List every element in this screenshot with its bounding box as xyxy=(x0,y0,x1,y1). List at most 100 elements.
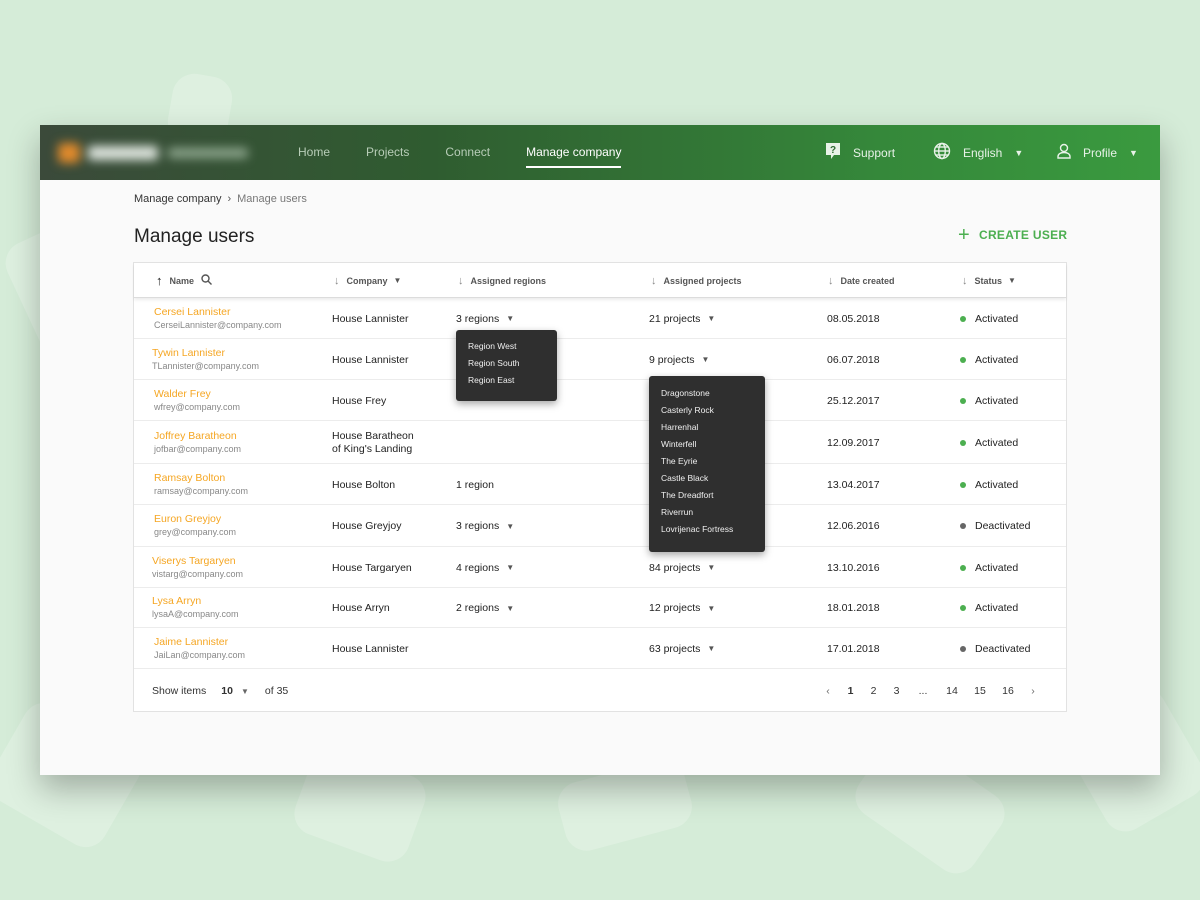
table-row[interactable]: Walder Frey wfrey@company.com House Frey 2… xyxy=(134,380,1066,421)
users-table: ↑ Name ↓ Company ▼ ↓ Assigned regions ↓ … xyxy=(133,262,1067,712)
status-label: Deactivated xyxy=(975,520,1031,532)
projects-count: 21 projects xyxy=(649,312,701,325)
projects-dropdown[interactable]: 21 projects ▼ xyxy=(649,313,715,325)
column-date-header[interactable]: ↓ Date created xyxy=(828,263,895,298)
column-status-header[interactable]: ↓ Status ▼ xyxy=(962,263,1016,298)
status-label: Activated xyxy=(975,561,1019,574)
caret-down-icon: ▼ xyxy=(506,603,515,613)
breadcrumb-parent[interactable]: Manage company xyxy=(134,193,221,205)
column-projects-label: Assigned projects xyxy=(663,275,742,286)
page-list: 1 2 3... 14 15 16 xyxy=(839,685,1022,697)
sort-arrow-icon: ↓ xyxy=(651,274,657,287)
project-menu-item[interactable]: Winterfell xyxy=(649,436,765,453)
column-status-label: Status xyxy=(974,275,1003,286)
project-menu-item[interactable]: Harrenhal xyxy=(649,419,765,436)
user-name-link[interactable]: Cersei Lannister xyxy=(154,306,282,318)
nav-projects[interactable]: Projects xyxy=(366,125,409,180)
project-menu-item[interactable]: Lovrijenac Fortress xyxy=(649,521,765,538)
nav-home[interactable]: Home xyxy=(298,125,330,180)
table-row[interactable]: Viserys Targaryen vistarg@company.com Hou… xyxy=(134,547,1066,588)
chevron-left-icon[interactable]: ‹ xyxy=(817,685,839,697)
regions-dropdown[interactable]: 1 region xyxy=(456,479,494,491)
user-email: ramsay@company.com xyxy=(154,485,248,496)
table-row[interactable]: Joffrey Baratheon jofbar@company.com Hou… xyxy=(134,421,1066,464)
projects-count: 84 projects xyxy=(649,561,701,574)
projects-dropdown[interactable]: 84 projects ▼ xyxy=(649,562,715,574)
user-email: JaiLan@company.com xyxy=(154,649,246,660)
support-link[interactable]: ? Support xyxy=(825,125,895,180)
project-menu-item[interactable]: Castle Black xyxy=(649,470,765,487)
page-number[interactable]: 14 xyxy=(938,685,966,697)
regions-dropdown[interactable]: 4 regions ▼ xyxy=(456,562,514,574)
date-created: 12.06.2016 xyxy=(827,520,880,532)
status-dot-icon xyxy=(960,356,966,363)
page-number[interactable]: 1 xyxy=(839,685,862,697)
status-badge: Activated xyxy=(960,479,1018,491)
search-icon[interactable] xyxy=(201,274,213,287)
language-selector[interactable]: English ▼ xyxy=(933,125,1023,180)
main-nav: Home Projects Connect Manage company xyxy=(298,125,657,180)
user-name-link[interactable]: Lysa Arryn xyxy=(152,595,239,607)
region-menu-item[interactable]: Region South xyxy=(456,355,557,372)
page-number[interactable]: 15 xyxy=(966,685,994,697)
project-menu-item[interactable]: Casterly Rock xyxy=(649,402,765,419)
table-row[interactable]: Jaime Lannister JaiLan@company.com House … xyxy=(134,628,1066,669)
user-name-link[interactable]: Euron Greyjoy xyxy=(154,513,236,525)
nav-manage-company[interactable]: Manage company xyxy=(526,125,622,180)
profile-menu[interactable]: Profile ▼ xyxy=(1057,125,1138,180)
company-name: House Lannister xyxy=(332,353,409,366)
nav-connect[interactable]: Connect xyxy=(445,125,490,180)
projects-dropdown[interactable]: 12 projects ▼ xyxy=(649,602,715,614)
create-user-button[interactable]: + CREATE USER xyxy=(958,224,1067,246)
column-company-header[interactable]: ↓ Company ▼ xyxy=(334,263,401,298)
table-row[interactable]: Euron Greyjoy grey@company.com House Grey… xyxy=(134,505,1066,547)
projects-count: 9 projects xyxy=(649,353,695,366)
plus-icon: + xyxy=(958,224,970,246)
column-name-header[interactable]: ↑ Name xyxy=(156,263,213,298)
status-label: Activated xyxy=(975,602,1019,614)
column-company-label: Company xyxy=(346,275,388,286)
table-row[interactable]: Cersei Lannister CerseiLannister@company… xyxy=(134,298,1066,339)
region-menu-item[interactable]: Region West xyxy=(456,338,557,355)
project-menu-item[interactable]: The Eyrie xyxy=(649,453,765,470)
caret-down-icon: ▼ xyxy=(506,314,515,323)
page-number[interactable]: 2 xyxy=(862,685,885,697)
user-name-link[interactable]: Jaime Lannister xyxy=(154,636,245,648)
table-row[interactable]: Ramsay Bolton ramsay@company.com House Bo… xyxy=(134,464,1066,505)
status-dot-icon xyxy=(960,564,966,571)
regions-dropdown[interactable]: 2 regions ▼ xyxy=(456,602,514,614)
page-number[interactable]: 3 xyxy=(885,685,908,697)
caret-down-icon: ▼ xyxy=(707,563,716,572)
projects-dropdown[interactable]: 9 projects ▼ xyxy=(649,354,709,366)
caret-down-icon[interactable]: ▼ xyxy=(241,687,249,696)
user-name-link[interactable]: Walder Frey xyxy=(154,388,240,400)
column-projects-header[interactable]: ↓ Assigned projects xyxy=(651,263,742,298)
table-row[interactable]: Lysa Arryn lysaA@company.com House Arryn … xyxy=(134,588,1066,628)
profile-icon xyxy=(1057,143,1083,162)
user-cell: Tywin Lannister TLannister@company.com xyxy=(152,347,259,371)
projects-dropdown[interactable]: 63 projects ▼ xyxy=(649,643,715,655)
user-name-link[interactable]: Viserys Targaryen xyxy=(152,555,243,567)
user-name-link[interactable]: Joffrey Baratheon xyxy=(154,430,241,442)
page-ellipsis: ... xyxy=(918,685,928,697)
chevron-right-icon[interactable]: › xyxy=(1022,685,1044,697)
pagination: ‹ 1 2 3... 14 15 16 › xyxy=(817,685,1044,697)
project-menu-item[interactable]: Riverrun xyxy=(649,504,765,521)
project-menu-item[interactable]: The Dreadfort xyxy=(649,487,765,504)
regions-dropdown[interactable]: 3 regions ▼ xyxy=(456,520,514,532)
svg-text:?: ? xyxy=(830,145,836,156)
table-row[interactable]: Tywin Lannister TLannister@company.com Ho… xyxy=(134,339,1066,380)
company-logo xyxy=(58,141,258,165)
status-dot-icon xyxy=(960,397,966,404)
region-menu-item[interactable]: Region East xyxy=(456,372,557,389)
user-name-link[interactable]: Tywin Lannister xyxy=(152,347,259,359)
column-regions-header[interactable]: ↓ Assigned regions xyxy=(458,263,546,298)
per-page-select[interactable]: 10 xyxy=(221,685,233,697)
regions-count: 4 regions xyxy=(456,561,500,574)
regions-dropdown[interactable]: 3 regions ▼ xyxy=(456,313,514,325)
page-number[interactable]: 16 xyxy=(994,685,1022,697)
user-name-link[interactable]: Ramsay Bolton xyxy=(154,472,248,484)
status-label: Activated xyxy=(975,436,1019,449)
project-menu-item[interactable]: Dragonstone xyxy=(649,385,765,402)
user-email: lysaA@company.com xyxy=(152,609,239,619)
